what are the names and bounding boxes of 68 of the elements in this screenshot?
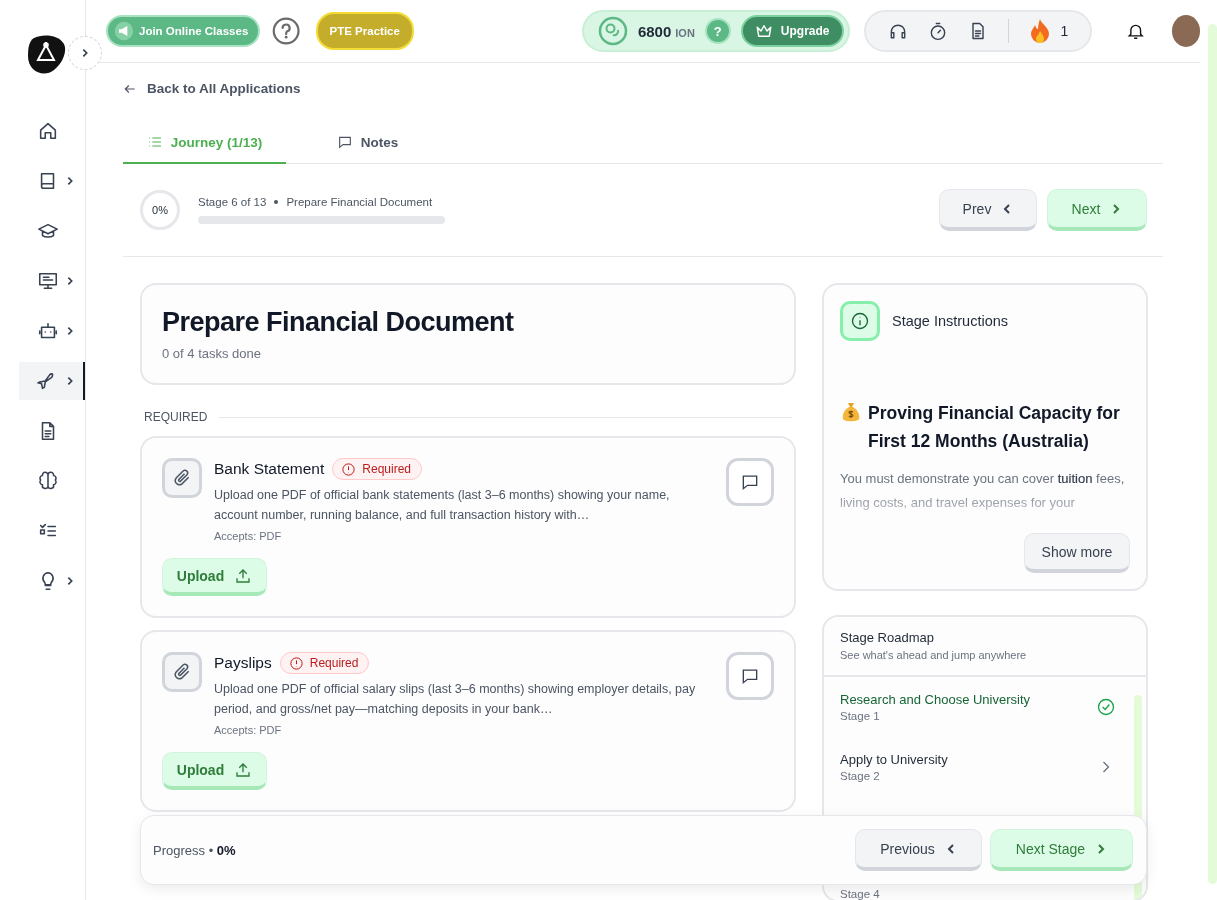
tab[interactable]: Journey (1/13) <box>123 122 286 164</box>
accepted-formats: Accepts: PDF <box>214 724 283 736</box>
chevron-right-icon <box>65 376 75 386</box>
money-bag-icon <box>840 401 862 423</box>
crown-icon <box>754 23 773 39</box>
ion-amount: 6800 ION <box>637 22 695 40</box>
info-icon <box>840 301 880 341</box>
stage-number: Stage 6 of 13 <box>198 196 267 208</box>
stage-name: Prepare Financial Document <box>286 196 433 208</box>
home-icon <box>37 120 59 142</box>
previous-stage-button[interactable]: Previous <box>855 829 982 871</box>
task-description: Upload one PDF of official salary slips (last 3–6 months) showing employer details, pay period, and gross/net pay—matching deposits in your bank… <box>214 681 697 718</box>
chevron-right-icon <box>65 176 75 186</box>
prev-button[interactable]: Prev <box>939 189 1037 231</box>
task-title: Bank Statement <box>214 460 325 478</box>
megaphone-icon <box>114 21 134 41</box>
help-icon[interactable] <box>272 15 301 47</box>
chevron-right-icon <box>80 48 90 58</box>
check-circle-icon <box>1096 697 1116 717</box>
comment-button[interactable] <box>726 652 774 700</box>
alert-icon <box>341 461 357 477</box>
stage-number: Stage 2 <box>840 770 881 782</box>
upload-button[interactable]: Upload <box>162 558 267 596</box>
required-badge: Required <box>332 458 422 480</box>
chevron-right-icon <box>65 576 75 586</box>
sidebar-item[interactable] <box>19 362 85 400</box>
show-more-button[interactable]: Show more <box>1024 533 1130 573</box>
tab[interactable]: Notes <box>286 122 449 164</box>
task-title: Payslips <box>214 654 272 672</box>
instructions-text: You must demonstrate you can cover tuition fees, living costs, and travel expenses for your <box>840 470 1126 512</box>
avatar-photo-placeholder[interactable] <box>1171 15 1200 47</box>
paperclip-icon <box>172 468 192 488</box>
stage-title: Research and Choose University <box>840 692 1032 707</box>
next-stage-button[interactable]: Next Stage <box>990 829 1133 871</box>
progress-summary: Progress • 0% <box>153 842 236 858</box>
roadmap-stage-item[interactable]: Apply to University Stage 2 <box>824 737 1132 797</box>
section-label: REQUIRED <box>144 410 208 424</box>
logo-icon[interactable] <box>26 34 66 74</box>
comment-icon <box>336 134 353 150</box>
roadmap-subtitle: See what's ahead and jump anywhere <box>840 649 1028 661</box>
task-description: Upload one PDF of official bank statements (last 3–6 months) showing your name, account number, running balance, and full transaction history with… <box>214 487 671 524</box>
presentation-icon <box>37 270 59 292</box>
chevron-right-icon <box>65 276 75 286</box>
stage-title: Prepare Financial Document <box>162 307 515 338</box>
back-link[interactable]: Back to All Applications <box>123 81 301 96</box>
roadmap-stage-item[interactable]: Research and Choose University Stage 1 <box>824 677 1132 737</box>
upload-button[interactable]: Upload <box>162 752 267 790</box>
instructions-heading: Proving Financial Capacity for First 12 Months (Australia) <box>868 402 1121 453</box>
required-badge: Required <box>279 652 370 674</box>
stage-number: Stage 1 <box>840 710 881 722</box>
streak-count: 1 <box>1060 23 1069 39</box>
instructions-title: Stage Instructions <box>892 313 1009 329</box>
roadmap-title: Stage Roadmap <box>840 630 935 645</box>
flame-icon <box>1028 18 1051 44</box>
stage-number: Stage 4 <box>840 888 880 900</box>
next-button[interactable]: Next <box>1047 189 1147 231</box>
accepted-formats: Accepts: PDF <box>214 530 283 542</box>
list-icon <box>146 134 163 150</box>
upgrade-button[interactable]: Upgrade <box>740 15 844 47</box>
coins-icon <box>597 16 628 46</box>
brain-icon <box>37 470 59 492</box>
alert-icon <box>288 655 304 671</box>
tasks-done-count: 0 of 4 tasks done <box>162 346 262 361</box>
stage-title: Apply to University <box>840 752 949 767</box>
progress-ring: 0% <box>140 190 180 230</box>
chevron-right-icon <box>65 326 75 336</box>
comment-button[interactable] <box>726 458 774 506</box>
paperclip-icon <box>172 662 192 682</box>
